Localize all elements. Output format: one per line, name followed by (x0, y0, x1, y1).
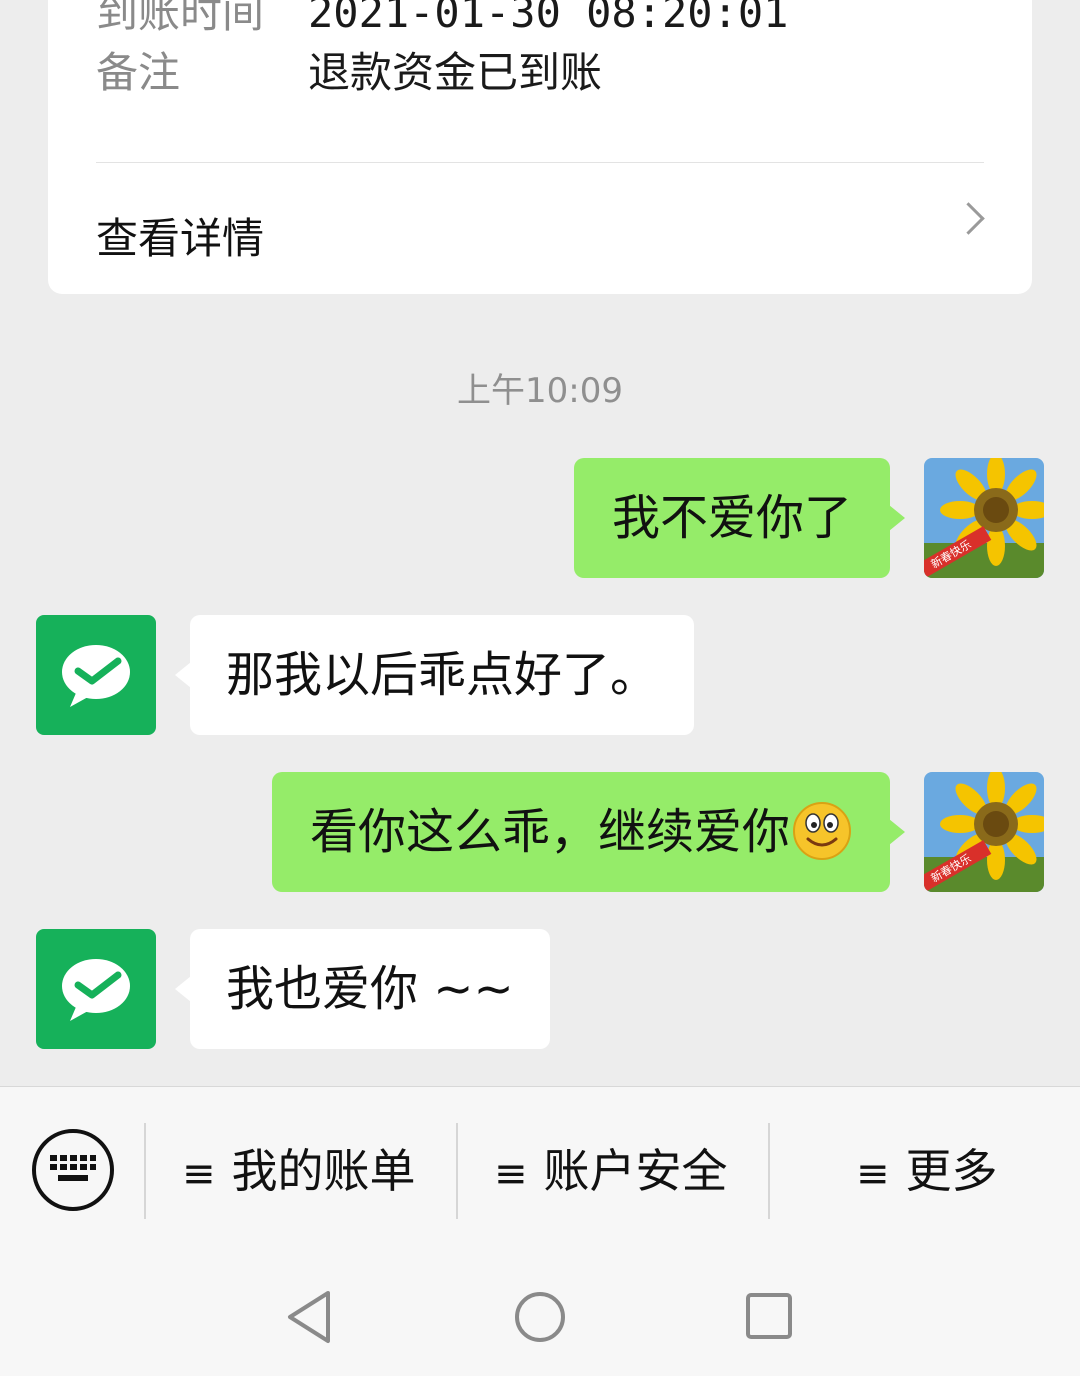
message-text: 我也爱你 ~~ (226, 961, 514, 1017)
arrival-time-value: 2021-01-30 08:20:01 (308, 0, 789, 37)
recents-icon[interactable] (744, 1287, 796, 1347)
menu-label: 更多 (905, 1144, 998, 1198)
chevron-right-icon (952, 202, 985, 235)
sunflower-image: 新春快乐 (924, 458, 1044, 578)
message-bubble-bot[interactable]: 那我以后乖点好了。 (174, 615, 695, 735)
arrival-time-label: 到账时间 (96, 0, 265, 37)
note-label: 备注 (96, 48, 181, 97)
menu-divider (768, 1123, 770, 1219)
message-text: 看你这么乖，继续爱你 (309, 804, 790, 860)
message-timestamp: 上午10:09 (457, 371, 623, 411)
sunflower-image: 新春快乐 (924, 772, 1044, 892)
bottom-menu-bar: ≡ 我的账单 ≡ 账户安全 ≡ 更多 (0, 1086, 1080, 1376)
view-details-label: 查看详情 (96, 214, 265, 263)
message-text: 我不爱你了 (611, 490, 852, 546)
menu-lines-icon: ≡ (182, 1151, 216, 1197)
message-bubble-bot[interactable]: 我也爱你 ~~ (175, 929, 550, 1049)
message-bubble-me[interactable]: 我不爱你了 (573, 458, 906, 578)
message-text: 那我以后乖点好了。 (226, 647, 659, 703)
my-avatar[interactable]: 新春快乐 (924, 458, 1044, 578)
menu-lines-icon: ≡ (494, 1151, 528, 1197)
menu-my-bills[interactable]: ≡ 我的账单 (182, 1127, 416, 1215)
keyboard-icon (50, 1155, 96, 1181)
wechat-pay-icon (62, 959, 130, 1021)
bot-avatar[interactable] (36, 615, 156, 735)
message-bubble-me[interactable]: 看你这么乖，继续爱你 (271, 772, 906, 892)
keyboard-toggle-button[interactable] (32, 1129, 114, 1211)
menu-divider (456, 1123, 458, 1219)
menu-divider (144, 1123, 146, 1219)
my-avatar[interactable]: 新春快乐 (924, 772, 1044, 892)
transfer-card: 到账时间 2021-01-30 08:20:01 备注 退款资金已到账 查看详情 (48, 0, 1032, 294)
menu-label: 我的账单 (231, 1144, 416, 1198)
view-details-link[interactable]: 查看详情 (48, 163, 1032, 294)
home-icon[interactable] (512, 1287, 568, 1347)
menu-account-security[interactable]: ≡ 账户安全 (494, 1127, 728, 1215)
menu-label: 账户安全 (543, 1144, 728, 1198)
menu-lines-icon: ≡ (856, 1151, 890, 1197)
back-icon[interactable] (284, 1287, 336, 1347)
menu-more[interactable]: ≡ 更多 (856, 1127, 998, 1215)
smile-emoji-icon (793, 802, 851, 860)
note-value: 退款资金已到账 (308, 48, 603, 97)
bot-avatar[interactable] (36, 929, 156, 1049)
wechat-pay-icon (62, 645, 130, 707)
